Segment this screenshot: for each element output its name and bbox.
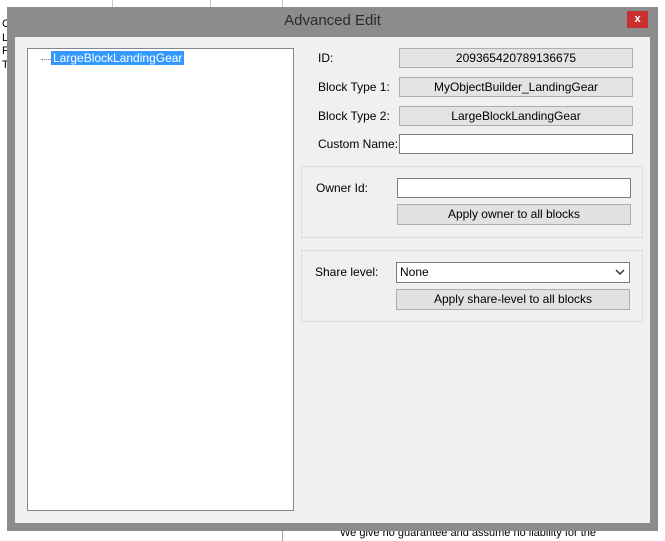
share-group-box: Share level: None Apply share-level to a… <box>301 250 643 322</box>
share-level-dropdown[interactable]: None <box>396 262 630 283</box>
apply-share-level-button[interactable]: Apply share-level to all blocks <box>396 289 630 310</box>
block-type2-value-field[interactable]: LargeBlockLandingGear <box>399 106 633 126</box>
dialog-client-area: LargeBlockLandingGear ID: 20936542078913… <box>15 37 650 523</box>
custom-name-input[interactable] <box>399 134 633 154</box>
tree-item-selected[interactable]: LargeBlockLandingGear <box>51 51 185 65</box>
block-type1-label: Block Type 1: <box>318 80 390 94</box>
chevron-down-icon <box>615 269 625 276</box>
owner-id-label: Owner Id: <box>316 181 369 195</box>
tree-connector-line <box>41 59 51 60</box>
block-type2-label: Block Type 2: <box>318 109 390 123</box>
share-level-selected-value: None <box>400 265 429 279</box>
owner-group-box: Owner Id: Apply owner to all blocks <box>301 166 643 238</box>
background-divider <box>282 530 283 541</box>
id-value-field[interactable]: 209365420789136675 <box>399 48 633 68</box>
block-tree-view[interactable]: LargeBlockLandingGear <box>27 48 294 511</box>
custom-name-label: Custom Name: <box>318 137 399 151</box>
id-label: ID: <box>318 51 334 65</box>
close-button[interactable]: x <box>627 11 648 28</box>
window-title: Advanced Edit <box>284 12 381 29</box>
block-type1-value-field[interactable]: MyObjectBuilder_LandingGear <box>399 77 633 97</box>
title-bar[interactable]: Advanced Edit x <box>7 7 658 34</box>
advanced-edit-dialog: Advanced Edit x LargeBlockLandingGear ID… <box>7 7 658 531</box>
share-level-label: Share level: <box>315 265 379 279</box>
owner-id-input[interactable] <box>397 178 631 198</box>
apply-owner-button[interactable]: Apply owner to all blocks <box>397 204 631 225</box>
